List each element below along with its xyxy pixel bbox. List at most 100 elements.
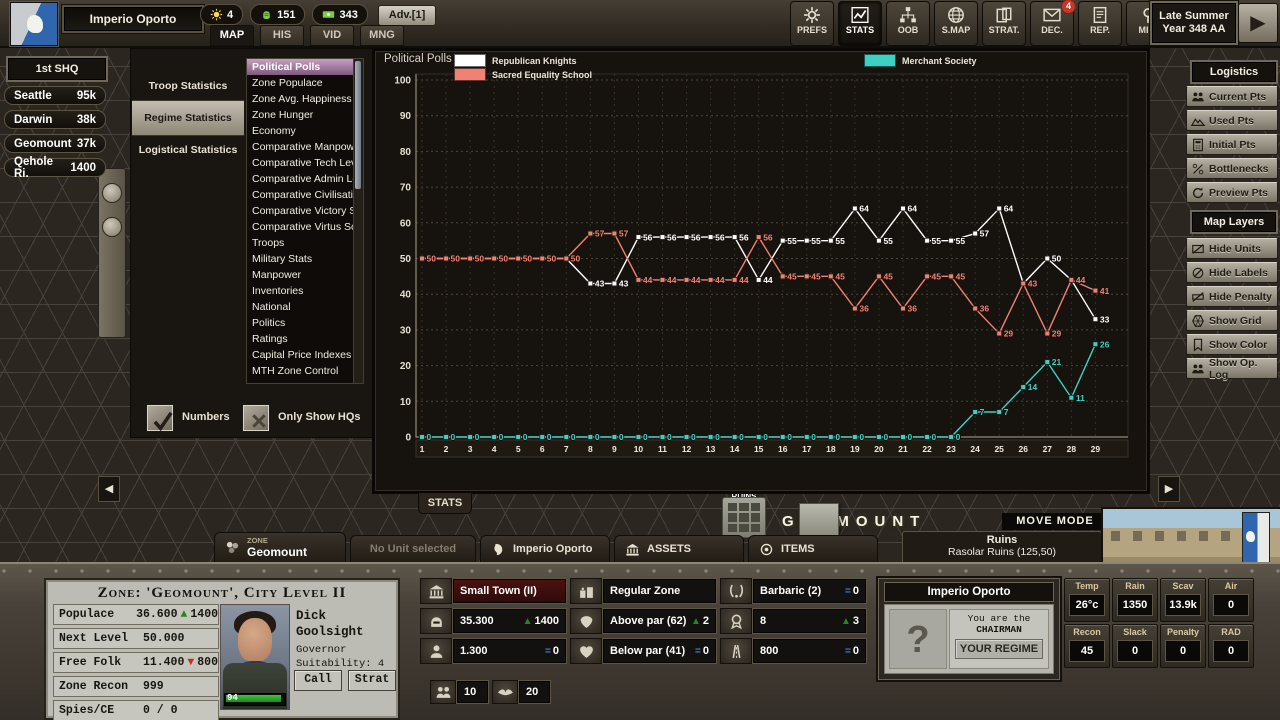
sidebar-button-current-pts[interactable]: Current Pts: [1186, 86, 1278, 107]
stat-list-item[interactable]: Zone Populace: [247, 75, 353, 91]
svg-text:0: 0: [956, 432, 961, 442]
sidebar-button-label: Hide Units: [1209, 243, 1261, 255]
strat-button[interactable]: Strat: [348, 670, 396, 691]
bottom-tab-geomount[interactable]: ZONEGeomount: [214, 532, 346, 562]
numbers-checkbox[interactable]: [146, 404, 174, 432]
zone-row-next-level: Next Level50.000: [53, 628, 219, 649]
sidebar-button-hide-penalty[interactable]: Hide Penalty: [1186, 286, 1278, 307]
oob-button[interactable]: OOB: [886, 1, 930, 46]
nav-tabs: MAP HIS VID MNG: [210, 25, 404, 46]
sidebar-button-hide-labels[interactable]: Hide Labels: [1186, 262, 1278, 283]
governor-suitability: Suitability: 4: [296, 657, 396, 671]
strat-button[interactable]: STRAT.: [982, 1, 1026, 46]
sidebar-button-show-op-log[interactable]: Show Op. Log: [1186, 358, 1278, 379]
sidebar-button-show-color[interactable]: Show Color: [1186, 334, 1278, 355]
env-stat-recon: Recon45: [1064, 624, 1110, 668]
town-sprite[interactable]: [799, 503, 839, 536]
items-icon: [759, 542, 774, 557]
only-show-hqs-checkbox[interactable]: [242, 404, 270, 432]
tab-vid[interactable]: VID: [310, 25, 354, 46]
bottom-tab-imperio-oporto[interactable]: Imperio Oporto: [480, 535, 610, 562]
map-gauge-icon[interactable]: [102, 183, 122, 203]
regime-panel-title: Imperio Oporto: [884, 582, 1054, 602]
svg-text:56: 56: [715, 232, 725, 242]
stats-list-scrollbar[interactable]: [353, 58, 364, 384]
scroll-right-button[interactable]: ▶: [1158, 476, 1180, 502]
grid-soldier-icon: [420, 638, 452, 664]
logistics-buttons: Current Pts Used Pts Initial Pts Bottleneck…: [1186, 86, 1278, 203]
call-button[interactable]: Call: [294, 670, 342, 691]
svg-text:45: 45: [956, 272, 966, 282]
dec-button[interactable]: DEC.4: [1030, 1, 1074, 46]
svg-text:14: 14: [1028, 382, 1038, 392]
stat-list-item[interactable]: Comparative Tech Level: [247, 155, 353, 171]
city-button-geomount[interactable]: Geomount37k: [4, 134, 106, 153]
stat-list-item[interactable]: Comparative Virtus Score: [247, 219, 353, 235]
stat-list-item[interactable]: National: [247, 299, 353, 315]
ruins-structure-icon[interactable]: [722, 497, 766, 538]
regime-flag[interactable]: [10, 2, 58, 46]
zone-row-value: 999: [143, 680, 164, 693]
prefs-button[interactable]: PREFS: [790, 1, 834, 46]
scrollbar-thumb[interactable]: [355, 61, 361, 189]
stat-list-item[interactable]: MTH Zone Control: [247, 363, 353, 379]
stats-bottom-tab[interactable]: STATS: [418, 493, 472, 514]
stat-list-item[interactable]: Military Stats: [247, 251, 353, 267]
toolbtn-label: STRAT.: [983, 25, 1025, 35]
grid-value: 10: [464, 686, 481, 698]
bottom-tab-assets[interactable]: ASSETS: [614, 535, 744, 562]
zone-row-free-folk: Free Folk11.400▼800: [53, 652, 219, 673]
stat-list-item[interactable]: Ratings: [247, 331, 353, 347]
stats-button[interactable]: STATS: [838, 1, 882, 46]
stat-list-item[interactable]: Comparative Civilisation: [247, 187, 353, 203]
sidebar-button-show-grid[interactable]: Show Grid: [1186, 310, 1278, 331]
bottom-tab-no-unit-selected[interactable]: No Unit selected: [350, 535, 476, 562]
svg-text:27: 27: [1043, 444, 1053, 454]
svg-text:29: 29: [1004, 329, 1014, 339]
flag-emblem-icon: [27, 15, 43, 33]
city-button-seattle[interactable]: Seattle95k: [4, 86, 106, 105]
stat-list-item[interactable]: Troops: [247, 235, 353, 251]
tab-his[interactable]: HIS: [260, 25, 304, 46]
stat-list-item[interactable]: Economy: [247, 123, 353, 139]
sidebar-button-hide-units[interactable]: Hide Units: [1186, 238, 1278, 259]
sidebar-button-bottlenecks[interactable]: Bottlenecks: [1186, 158, 1278, 179]
category-logistical[interactable]: Logistical Statistics: [132, 135, 244, 164]
portrait-face: [238, 618, 272, 662]
cash-icon: [322, 8, 335, 21]
category-regime[interactable]: Regime Statistics: [132, 100, 244, 135]
stat-list-item[interactable]: Comparative Victory Score: [247, 203, 353, 219]
stat-list-item[interactable]: Comparative Admin Level: [247, 171, 353, 187]
stat-list-item[interactable]: Zone Avg. Happiness: [247, 91, 353, 107]
city-button-qeholeri[interactable]: Qehole Ri.1400: [4, 158, 106, 177]
svg-text:0: 0: [715, 432, 720, 442]
map-compass-icon[interactable]: [102, 217, 122, 237]
stat-list-item[interactable]: Manpower: [247, 267, 353, 283]
tab-map[interactable]: MAP: [210, 25, 254, 46]
stat-list-item[interactable]: Zone Hunger: [247, 107, 353, 123]
stat-list-item[interactable]: Politics: [247, 315, 353, 331]
rep-button[interactable]: REP.: [1078, 1, 1122, 46]
zone-grid-cell: Small Town (II): [420, 578, 566, 604]
stat-list-item[interactable]: Comparative Manpower: [247, 139, 353, 155]
stats-category-tabs: Troop StatisticsRegime StatisticsLogisti…: [132, 72, 244, 164]
your-regime-button[interactable]: YOUR REGIME: [955, 639, 1043, 659]
value-text: 999: [143, 680, 164, 693]
end-turn-button[interactable]: ▶: [1238, 3, 1278, 43]
category-troop[interactable]: Troop Statistics: [132, 72, 244, 100]
stat-list-item[interactable]: Political Polls: [247, 59, 353, 75]
svg-text:9: 9: [612, 444, 617, 454]
sidebar-button-initial-pts[interactable]: Initial Pts: [1186, 134, 1278, 155]
bottom-tab-items[interactable]: ITEMS: [748, 535, 878, 562]
advisor-button[interactable]: Adv.[1]: [378, 5, 436, 26]
tab-mng[interactable]: MNG: [360, 25, 404, 46]
sidebar-button-used-pts[interactable]: Used Pts: [1186, 110, 1278, 131]
governor-portrait[interactable]: 94: [220, 604, 290, 710]
stat-list-item[interactable]: Capital Price Indexes: [247, 347, 353, 363]
svg-text:56: 56: [691, 232, 701, 242]
smap-button[interactable]: S.MAP: [934, 1, 978, 46]
sidebar-button-preview-pts[interactable]: Preview Pts: [1186, 182, 1278, 203]
city-button-darwin[interactable]: Darwin38k: [4, 110, 106, 129]
stat-list-item[interactable]: Inventories: [247, 283, 353, 299]
scroll-left-button[interactable]: ◀: [98, 476, 120, 502]
